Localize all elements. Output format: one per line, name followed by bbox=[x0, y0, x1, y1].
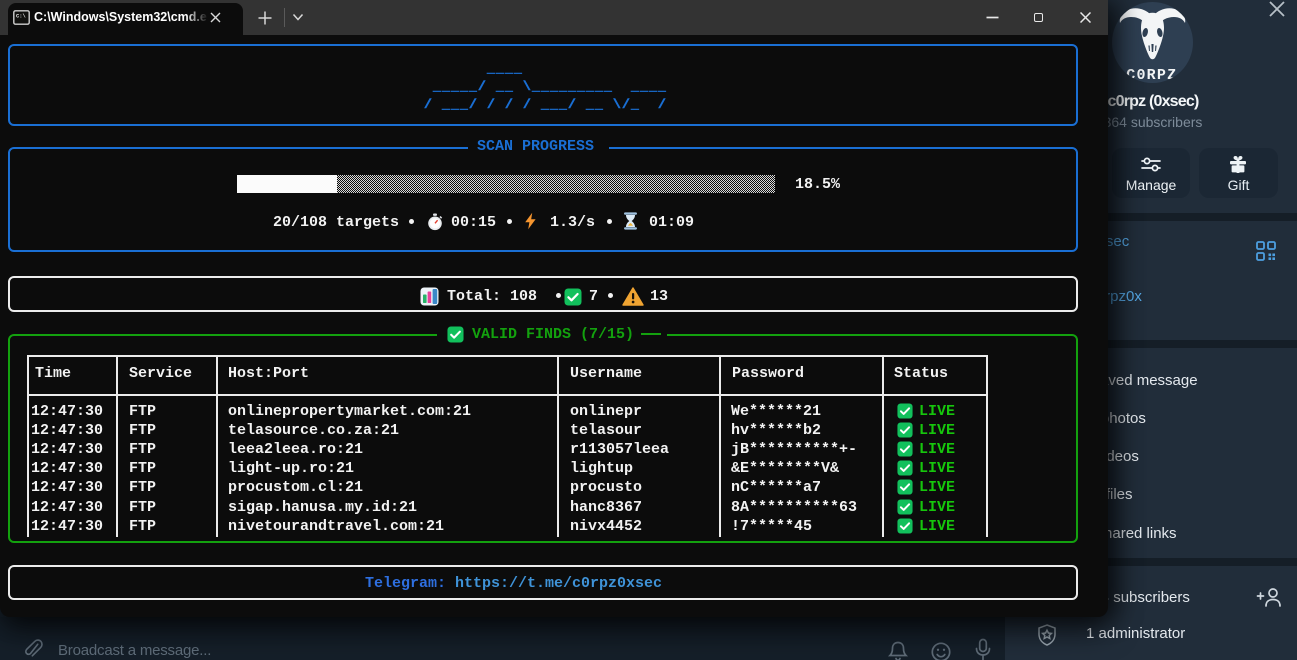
svg-text:C:\: C:\ bbox=[16, 14, 26, 20]
